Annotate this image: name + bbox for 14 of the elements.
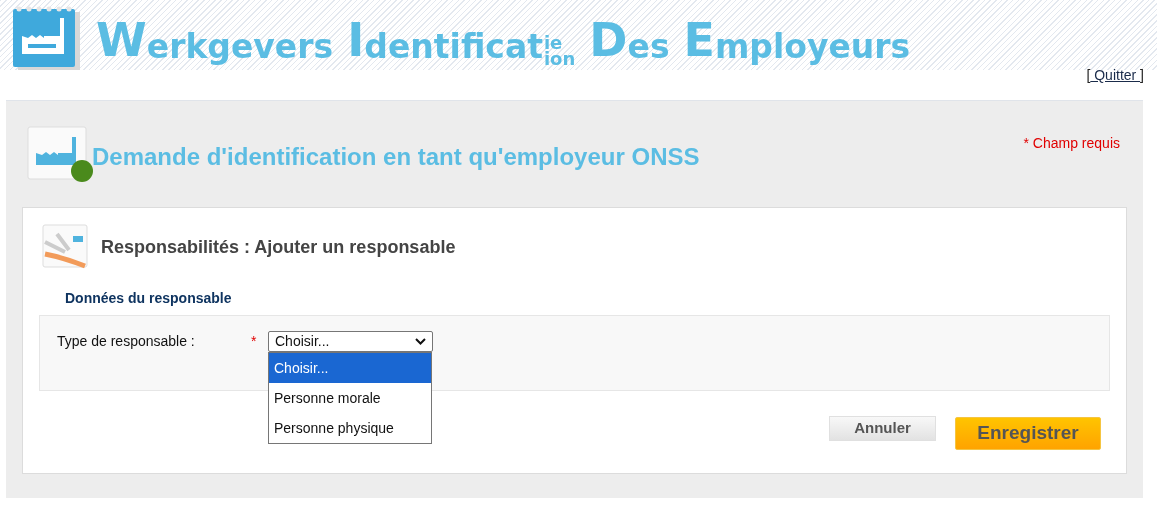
required-mark: * xyxy=(251,332,258,351)
field-label: Type de responsable : xyxy=(57,332,196,351)
chevron-down-icon xyxy=(415,338,426,345)
cancel-button[interactable]: Annuler xyxy=(829,416,936,441)
bracket-text: ] xyxy=(1140,66,1144,85)
section-title: Responsabilités : Ajouter un responsable xyxy=(101,235,456,259)
type-select[interactable]: Choisir... xyxy=(268,331,433,352)
required-note: * Champ requis xyxy=(1023,134,1120,153)
bracket-text: [ xyxy=(1086,66,1091,85)
group-title: Données du responsable xyxy=(65,289,233,308)
save-button[interactable]: Enregistrer xyxy=(955,417,1101,450)
page-title: Demande d'identification en tant qu'employeur ONSS xyxy=(92,142,700,172)
quit-link[interactable]: Quitter xyxy=(1090,65,1141,86)
dropdown-option[interactable]: Choisir... xyxy=(269,353,431,383)
